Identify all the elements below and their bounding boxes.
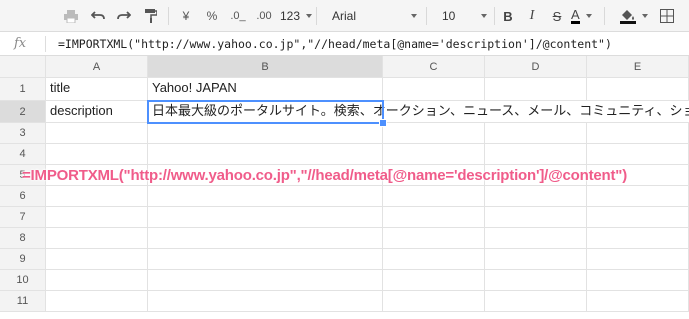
font-size-label: 10 xyxy=(442,9,456,23)
fill-color-dropdown[interactable] xyxy=(620,6,648,26)
formula-input[interactable]: =IMPORTXML("http://www.yahoo.co.jp","//h… xyxy=(58,37,612,51)
toolbar-separator xyxy=(426,7,427,25)
row-header-9[interactable]: 9 xyxy=(0,249,46,270)
chevron-down-icon xyxy=(306,14,313,18)
number-format-dropdown[interactable]: 123 xyxy=(280,6,313,26)
chevron-down-icon xyxy=(642,14,648,18)
row-header-10[interactable]: 10 xyxy=(0,270,46,291)
undo-icon[interactable] xyxy=(87,6,109,26)
font-family-label: Arial xyxy=(332,9,357,23)
cell-d1[interactable] xyxy=(485,78,587,101)
row-header-7[interactable]: 7 xyxy=(0,207,46,228)
chevron-down-icon xyxy=(585,14,592,18)
toolbar: ¥ % .0_ .00 123 Arial 10 B I S A xyxy=(0,0,689,32)
increase-decimal-button[interactable]: .00 xyxy=(252,6,276,26)
row-header-11[interactable]: 11 xyxy=(0,291,46,312)
number-format-label: 123 xyxy=(280,9,301,23)
selected-cell-outline xyxy=(147,100,384,124)
cell-e1[interactable] xyxy=(587,78,689,101)
print-icon[interactable] xyxy=(60,6,82,26)
paint-bucket-icon xyxy=(620,9,636,24)
currency-button[interactable]: ¥ xyxy=(176,6,196,26)
chevron-down-icon xyxy=(411,14,417,18)
select-all-corner[interactable] xyxy=(0,56,46,78)
text-color-dropdown[interactable]: A xyxy=(571,6,592,26)
row-header-2[interactable]: 2 xyxy=(0,101,46,123)
italic-button[interactable]: I xyxy=(524,6,540,26)
toolbar-separator xyxy=(494,7,495,25)
font-size-dropdown[interactable]: 10 xyxy=(442,6,487,26)
text-color-label: A xyxy=(571,7,580,24)
redo-icon[interactable] xyxy=(113,6,135,26)
toolbar-separator xyxy=(316,7,317,25)
fill-handle[interactable] xyxy=(379,119,387,127)
column-header-d[interactable]: D xyxy=(485,56,587,78)
row-header-6[interactable]: 6 xyxy=(0,186,46,207)
column-header-c[interactable]: C xyxy=(383,56,485,78)
cell-c1[interactable] xyxy=(383,78,485,101)
paint-format-icon[interactable] xyxy=(140,6,162,26)
bold-button[interactable]: B xyxy=(500,6,516,26)
font-family-dropdown[interactable]: Arial xyxy=(332,6,417,26)
row-header-3[interactable]: 3 xyxy=(0,123,46,144)
column-header-a[interactable]: A xyxy=(46,56,148,78)
toolbar-separator xyxy=(168,7,169,25)
column-header-e[interactable]: E xyxy=(587,56,689,78)
formula-annotation: =IMPORTXML("http://www.yahoo.co.jp","//h… xyxy=(22,167,627,184)
formula-bar-separator xyxy=(45,36,46,52)
fx-label: fx xyxy=(14,36,27,51)
decrease-decimal-button[interactable]: .0_ xyxy=(226,6,250,26)
row-header-4[interactable]: 4 xyxy=(0,144,46,165)
formula-bar: fx =IMPORTXML("http://www.yahoo.co.jp","… xyxy=(0,32,689,56)
cell-b1[interactable]: Yahoo! JAPAN xyxy=(148,78,383,101)
cell-a2[interactable]: description xyxy=(46,101,148,123)
cell-a1[interactable]: title xyxy=(46,78,148,101)
chevron-down-icon xyxy=(481,14,487,18)
row-header-8[interactable]: 8 xyxy=(0,228,46,249)
column-header-b[interactable]: B xyxy=(148,56,383,78)
borders-icon[interactable] xyxy=(656,6,678,26)
row-gridlines xyxy=(46,143,689,291)
row-header-1[interactable]: 1 xyxy=(0,78,46,101)
percent-button[interactable]: % xyxy=(202,6,222,26)
toolbar-separator xyxy=(604,7,605,25)
strikethrough-button[interactable]: S xyxy=(549,6,565,26)
